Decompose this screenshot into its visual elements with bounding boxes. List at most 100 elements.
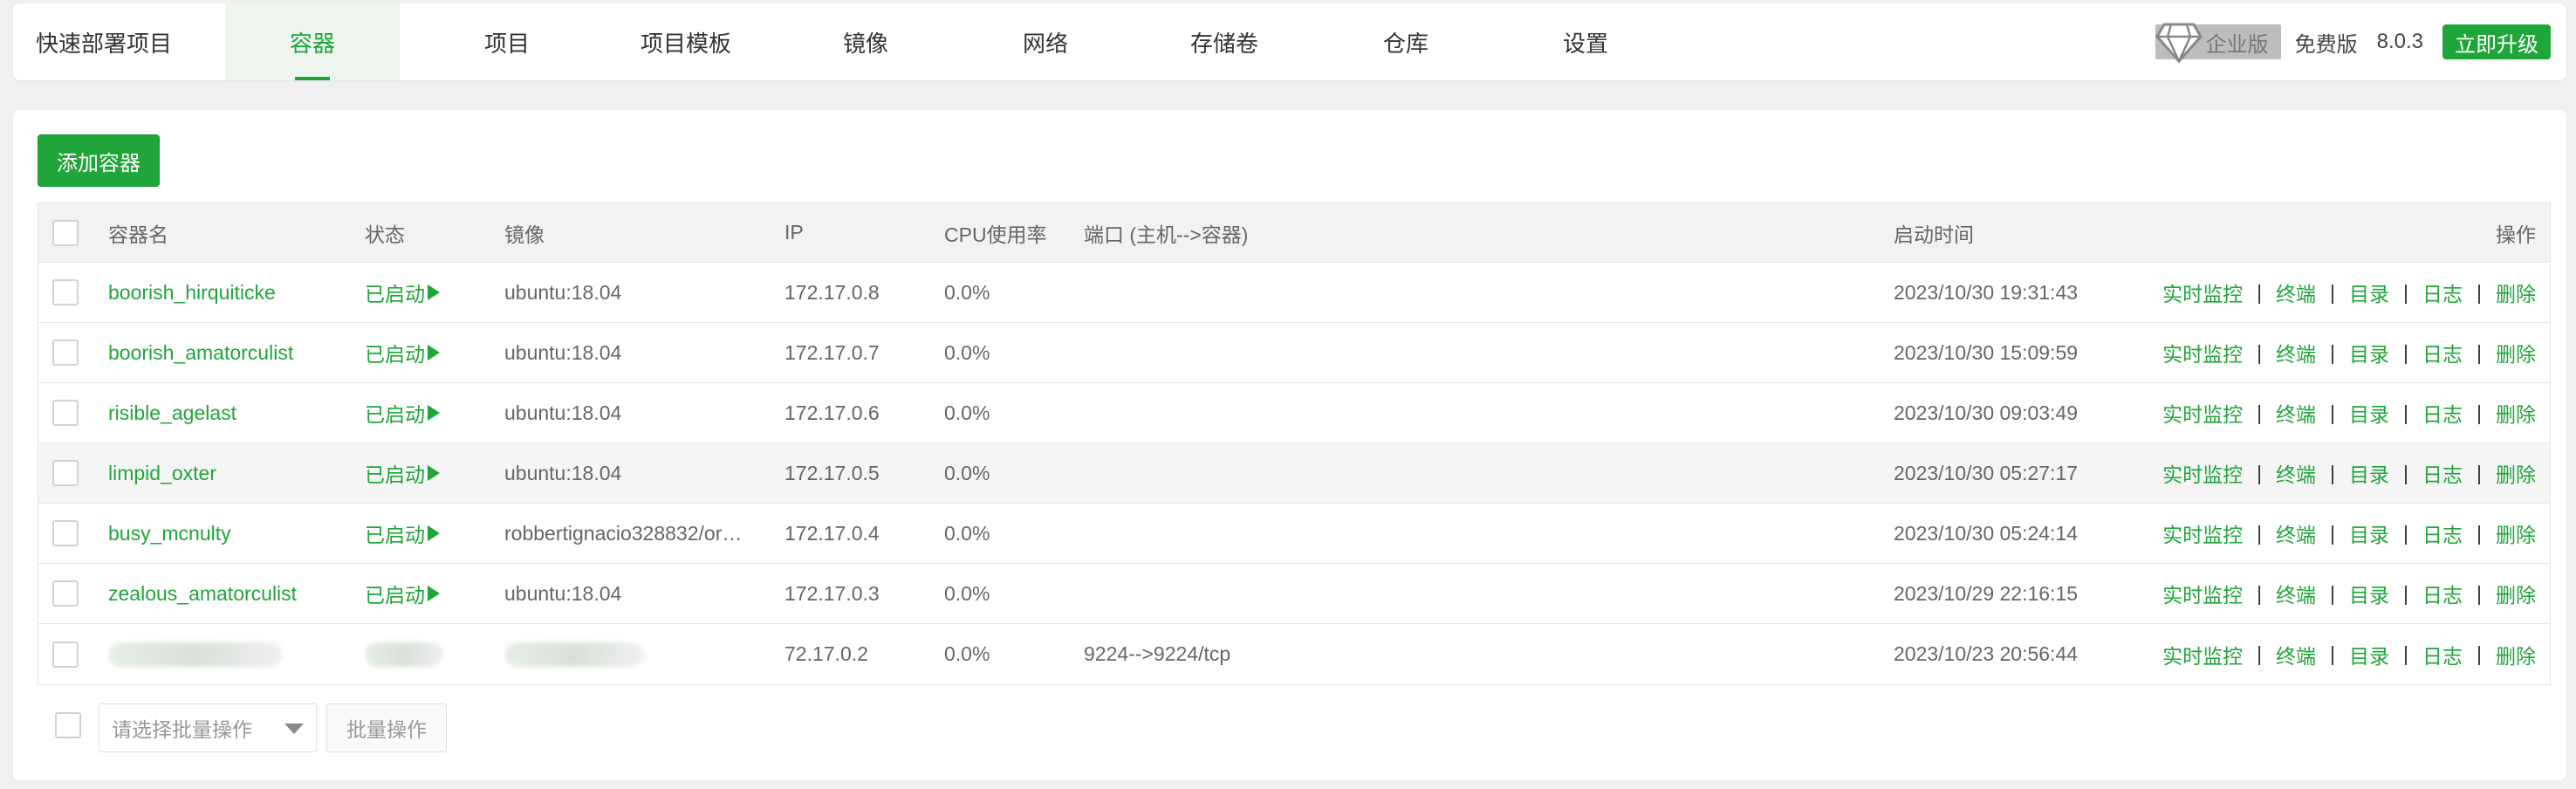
container-name[interactable]: zealous_amatorculist [108, 582, 297, 606]
container-table: 容器名 状态 镜像 IP CPU使用率 端口 (主机-->容器) 启动时间 操作… [38, 202, 2551, 685]
terminal-link[interactable]: 终端 [2276, 338, 2316, 367]
terminal-link[interactable]: 终端 [2276, 398, 2316, 428]
monitor-link[interactable]: 实时监控 [2162, 398, 2243, 428]
status-badge[interactable]: 已启动 [365, 458, 440, 488]
batch-select-placeholder: 请选择批量操作 [112, 718, 252, 741]
directory-link[interactable]: 目录 [2349, 579, 2389, 608]
container-name[interactable]: limpid_oxter [108, 462, 216, 485]
monitor-link[interactable]: 实时监控 [2162, 640, 2243, 669]
header-status: 状态 [365, 223, 405, 246]
row-checkbox[interactable] [52, 460, 79, 486]
separator: | [2330, 642, 2336, 665]
tab-project-templates[interactable]: 项目模板 [595, 3, 777, 80]
tab-networks[interactable]: 网络 [955, 3, 1136, 80]
select-all-checkbox[interactable] [52, 219, 79, 246]
tab-containers[interactable]: 容器 [225, 3, 400, 80]
status-badge[interactable]: 已启动 [365, 518, 440, 548]
ip-address: 172.17.0.6 [784, 401, 880, 424]
separator: | [2477, 461, 2482, 484]
image-name: ubuntu:18.04 [504, 280, 622, 304]
directory-link[interactable]: 目录 [2349, 458, 2389, 488]
table-row: boorish_amatorculist 已启动 ubuntu:18.04 172.1… [38, 323, 2550, 383]
separator: | [2403, 521, 2409, 545]
terminal-link[interactable]: 终端 [2276, 579, 2316, 608]
start-time: 2023/10/30 15:09:59 [1894, 340, 2079, 364]
logs-link[interactable]: 日志 [2422, 338, 2463, 367]
row-checkbox[interactable] [52, 279, 79, 305]
table-row: boorish_hirquiticke 已启动 ubuntu:18.04 172.17… [38, 263, 2550, 323]
terminal-link[interactable]: 终端 [2276, 518, 2316, 548]
status-badge[interactable]: 已启动 [365, 398, 440, 428]
row-checkbox[interactable] [52, 520, 79, 546]
header-name: 容器名 [108, 223, 168, 246]
ip-address: 172.17.0.4 [784, 521, 880, 545]
upgrade-button[interactable]: 立即升级 [2442, 24, 2551, 59]
monitor-link[interactable]: 实时监控 [2162, 518, 2243, 548]
logs-link[interactable]: 日志 [2422, 518, 2463, 548]
delete-link[interactable]: 删除 [2496, 338, 2536, 367]
directory-link[interactable]: 目录 [2349, 518, 2389, 548]
logs-link[interactable]: 日志 [2422, 278, 2463, 307]
directory-link[interactable]: 目录 [2349, 398, 2389, 428]
separator: | [2403, 401, 2409, 424]
directory-link[interactable]: 目录 [2349, 278, 2389, 307]
batch-action-button[interactable]: 批量操作 [326, 703, 447, 752]
tab-volumes[interactable]: 存储卷 [1134, 3, 1315, 80]
delete-link[interactable]: 删除 [2496, 398, 2536, 428]
row-checkbox[interactable] [52, 340, 79, 366]
tab-projects[interactable]: 项目 [416, 3, 598, 80]
table-row: limpid_oxter 已启动 ubuntu:18.04 172.17.0.5 0.0… [38, 443, 2550, 504]
monitor-link[interactable]: 实时监控 [2162, 278, 2243, 307]
cpu-usage: 0.0% [944, 461, 990, 484]
tab-quick-deploy[interactable]: 快速部署项目 [13, 3, 195, 80]
separator: | [2257, 401, 2263, 424]
ip-address: 172.17.0.3 [784, 581, 880, 605]
row-checkbox[interactable] [52, 400, 79, 426]
logs-link[interactable]: 日志 [2422, 640, 2463, 669]
directory-link[interactable]: 目录 [2349, 640, 2389, 669]
directory-link[interactable]: 目录 [2349, 338, 2389, 367]
container-name[interactable]: busy_mcnulty [108, 522, 231, 545]
separator: | [2330, 280, 2336, 304]
delete-link[interactable]: 删除 [2496, 579, 2536, 608]
add-container-button[interactable]: 添加容器 [38, 134, 160, 187]
monitor-link[interactable]: 实时监控 [2162, 579, 2243, 608]
container-name[interactable]: risible_agelast [108, 401, 236, 425]
row-actions: 实时监控 | 终端 | 目录 | 日志 | 删除 [2134, 443, 2536, 503]
status-badge[interactable]: 已启动 [365, 278, 440, 307]
delete-link[interactable]: 删除 [2496, 458, 2536, 488]
logs-link[interactable]: 日志 [2422, 458, 2463, 488]
batch-select-all-checkbox[interactable] [55, 712, 81, 738]
logs-link[interactable]: 日志 [2422, 579, 2463, 608]
row-actions: 实时监控 | 终端 | 目录 | 日志 | 删除 [2134, 504, 2536, 563]
image-name: ubuntu:18.04 [504, 401, 622, 424]
container-name[interactable]: boorish_amatorculist [108, 341, 293, 365]
play-icon [428, 586, 440, 601]
row-checkbox[interactable] [52, 580, 79, 607]
delete-link[interactable]: 删除 [2496, 640, 2536, 669]
port-mapping: 9224-->9224/tcp [1084, 642, 1231, 665]
diamond-icon [2155, 23, 2203, 64]
play-icon [428, 525, 440, 541]
delete-link[interactable]: 删除 [2496, 518, 2536, 548]
row-checkbox[interactable] [52, 641, 79, 668]
delete-link[interactable]: 删除 [2496, 278, 2536, 307]
status-badge[interactable]: 已启动 [365, 579, 440, 608]
tab-registry[interactable]: 仓库 [1315, 3, 1497, 80]
monitor-link[interactable]: 实时监控 [2162, 458, 2243, 488]
image-name: ubuntu:18.04 [504, 461, 622, 484]
monitor-link[interactable]: 实时监控 [2162, 338, 2243, 367]
terminal-link[interactable]: 终端 [2276, 278, 2316, 307]
tab-images[interactable]: 镜像 [775, 3, 956, 80]
batch-action-select[interactable]: 请选择批量操作 [99, 703, 317, 752]
enterprise-label: 企业版 [2205, 32, 2269, 57]
container-name[interactable]: boorish_hirquiticke [108, 281, 276, 305]
tab-settings[interactable]: 设置 [1495, 3, 1676, 80]
logs-link[interactable]: 日志 [2422, 398, 2463, 428]
separator: | [2403, 461, 2409, 484]
terminal-link[interactable]: 终端 [2276, 458, 2316, 488]
status-badge[interactable]: 已启动 [365, 338, 440, 367]
terminal-link[interactable]: 终端 [2276, 640, 2316, 669]
enterprise-badge[interactable]: 企业版 [2155, 23, 2281, 64]
header-image: 镜像 [504, 223, 545, 246]
